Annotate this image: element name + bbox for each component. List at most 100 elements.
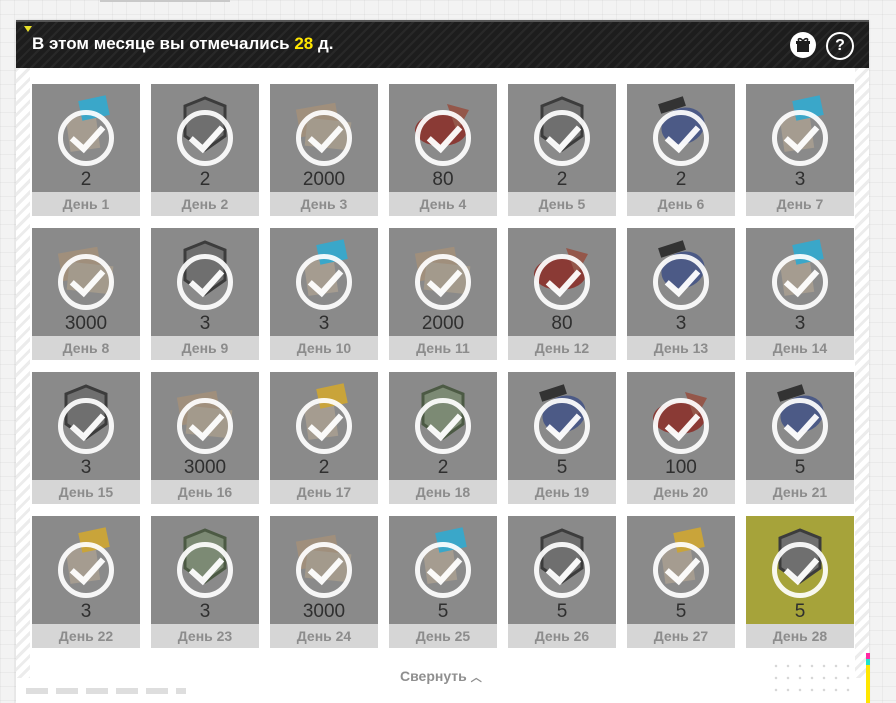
day-label: День 10 bbox=[270, 336, 378, 360]
reward-tile[interactable]: 5 День 19 bbox=[508, 372, 616, 504]
reward-tile[interactable]: 3 День 14 bbox=[746, 228, 854, 360]
reward-tile[interactable]: 3000 День 16 bbox=[151, 372, 259, 504]
reward-tile[interactable]: 2 День 6 bbox=[627, 84, 735, 216]
checkmark-icon bbox=[772, 542, 828, 598]
reward-image: 5 bbox=[508, 372, 616, 480]
reward-tile[interactable]: 5 День 25 bbox=[389, 516, 497, 648]
day-label: День 13 bbox=[627, 336, 735, 360]
reward-image: 2 bbox=[627, 84, 735, 192]
day-label: День 28 bbox=[746, 624, 854, 648]
checkmark-icon bbox=[296, 398, 352, 454]
reward-image: 2 bbox=[389, 372, 497, 480]
corner-marker-icon bbox=[24, 26, 32, 32]
checkmark-icon bbox=[653, 398, 709, 454]
checkmark-icon bbox=[415, 254, 471, 310]
reward-image: 3000 bbox=[151, 372, 259, 480]
gift-icon bbox=[796, 37, 810, 52]
reward-quantity: 3 bbox=[199, 601, 211, 622]
reward-tile[interactable]: 3000 День 8 bbox=[32, 228, 140, 360]
panel-header: В этом месяце вы отмечались 28 д. ? bbox=[16, 20, 869, 68]
checkmark-icon bbox=[653, 542, 709, 598]
reward-tile[interactable]: 3 День 23 bbox=[151, 516, 259, 648]
day-label: День 19 bbox=[508, 480, 616, 504]
day-label: День 18 bbox=[389, 480, 497, 504]
reward-tile[interactable]: 2 День 5 bbox=[508, 84, 616, 216]
reward-quantity: 5 bbox=[794, 457, 806, 478]
help-button[interactable]: ? bbox=[826, 32, 854, 60]
reward-tile[interactable]: 5 День 26 bbox=[508, 516, 616, 648]
day-label: День 8 bbox=[32, 336, 140, 360]
reward-tile[interactable]: 2 День 1 bbox=[32, 84, 140, 216]
reward-quantity: 3 bbox=[794, 169, 806, 190]
day-label: День 24 bbox=[270, 624, 378, 648]
checkmark-icon bbox=[772, 110, 828, 166]
reward-image: 2 bbox=[151, 84, 259, 192]
reward-image: 5 bbox=[627, 516, 735, 624]
reward-image: 2 bbox=[32, 84, 140, 192]
reward-image: 3 bbox=[746, 228, 854, 336]
reward-quantity: 80 bbox=[551, 313, 573, 334]
checkin-panel: В этом месяце вы отмечались 28 д. ? 2 Ден… bbox=[16, 20, 869, 703]
gift-button[interactable] bbox=[790, 32, 816, 58]
day-label: День 5 bbox=[508, 192, 616, 216]
reward-tile[interactable]: 5 День 21 bbox=[746, 372, 854, 504]
reward-quantity: 3 bbox=[318, 313, 330, 334]
reward-tile[interactable]: 2 День 17 bbox=[270, 372, 378, 504]
day-label: День 17 bbox=[270, 480, 378, 504]
reward-tile[interactable]: 5 День 27 bbox=[627, 516, 735, 648]
reward-image: 2 bbox=[508, 84, 616, 192]
reward-quantity: 5 bbox=[556, 601, 568, 622]
reward-tile[interactable]: 2 День 2 bbox=[151, 84, 259, 216]
reward-image: 100 bbox=[627, 372, 735, 480]
reward-quantity: 2 bbox=[199, 169, 211, 190]
checkmark-icon bbox=[415, 542, 471, 598]
checkmark-icon bbox=[534, 254, 590, 310]
checkmark-icon bbox=[58, 398, 114, 454]
reward-quantity: 2000 bbox=[421, 313, 465, 334]
checkmark-icon bbox=[177, 542, 233, 598]
reward-tile[interactable]: 3 День 7 bbox=[746, 84, 854, 216]
reward-quantity: 5 bbox=[556, 457, 568, 478]
reward-tile[interactable]: 3 День 22 bbox=[32, 516, 140, 648]
reward-tile[interactable]: 100 День 20 bbox=[627, 372, 735, 504]
reward-tile[interactable]: 80 День 12 bbox=[508, 228, 616, 360]
left-hatch-decoration bbox=[16, 68, 30, 678]
reward-quantity: 2000 bbox=[302, 169, 346, 190]
collapse-button[interactable]: Свернуть ︿ bbox=[400, 668, 482, 685]
checkmark-icon bbox=[534, 542, 590, 598]
reward-quantity: 100 bbox=[665, 457, 697, 478]
day-label: День 26 bbox=[508, 624, 616, 648]
reward-quantity: 2 bbox=[437, 457, 449, 478]
checkmark-icon bbox=[177, 254, 233, 310]
checkin-count: 28 bbox=[294, 34, 314, 53]
reward-image: 3 bbox=[32, 516, 140, 624]
reward-image: 5 bbox=[389, 516, 497, 624]
checkmark-icon bbox=[177, 110, 233, 166]
checkmark-icon bbox=[58, 542, 114, 598]
reward-quantity: 80 bbox=[432, 169, 454, 190]
reward-quantity: 3000 bbox=[183, 457, 227, 478]
page-title: В этом месяце вы отмечались 28 д. bbox=[32, 34, 334, 54]
reward-tile[interactable]: 80 День 4 bbox=[389, 84, 497, 216]
reward-quantity: 5 bbox=[675, 601, 687, 622]
reward-image: 80 bbox=[389, 84, 497, 192]
day-label: День 6 bbox=[627, 192, 735, 216]
reward-quantity: 2 bbox=[318, 457, 330, 478]
reward-tile[interactable]: 3 День 15 bbox=[32, 372, 140, 504]
reward-image: 2000 bbox=[270, 84, 378, 192]
reward-quantity: 2 bbox=[80, 169, 92, 190]
dot-decoration bbox=[770, 660, 856, 700]
reward-tile[interactable]: 5 День 28 bbox=[746, 516, 854, 648]
checkmark-icon bbox=[58, 254, 114, 310]
color-bar-decoration bbox=[866, 653, 870, 703]
reward-tile[interactable]: 3000 День 24 bbox=[270, 516, 378, 648]
reward-tile[interactable]: 3 День 10 bbox=[270, 228, 378, 360]
reward-tile[interactable]: 3 День 9 bbox=[151, 228, 259, 360]
reward-quantity: 5 bbox=[437, 601, 449, 622]
reward-tile[interactable]: 2 День 18 bbox=[389, 372, 497, 504]
reward-tile[interactable]: 2000 День 3 bbox=[270, 84, 378, 216]
reward-tile[interactable]: 3 День 13 bbox=[627, 228, 735, 360]
top-tab-stub bbox=[100, 0, 230, 2]
reward-quantity: 3 bbox=[794, 313, 806, 334]
reward-tile[interactable]: 2000 День 11 bbox=[389, 228, 497, 360]
